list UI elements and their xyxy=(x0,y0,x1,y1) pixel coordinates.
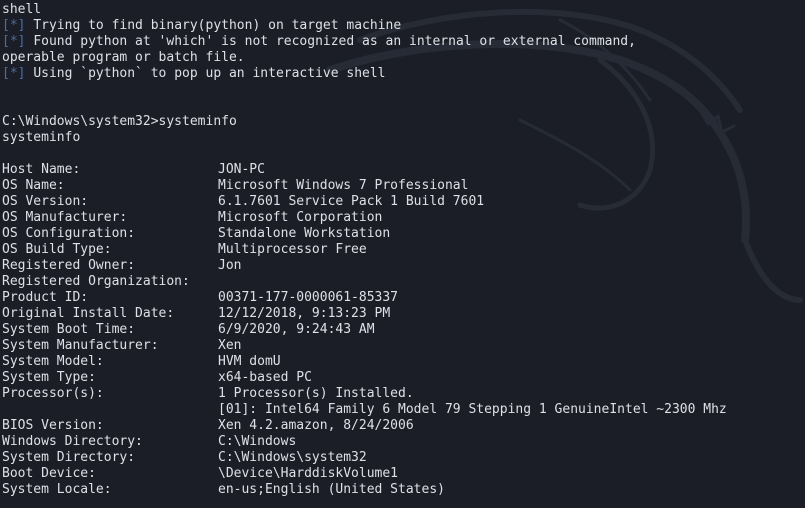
info-value: en-us;English (United States) xyxy=(218,482,445,497)
command-echo: systeminfo xyxy=(2,130,81,145)
info-row: System Boot Time: 6/9/2020, 9:24:43 AM xyxy=(2,322,805,338)
info-row: System Model: HVM domU xyxy=(2,354,805,370)
shell-command: shell xyxy=(2,2,42,17)
command-prompt: C:\Windows\system32>systeminfo xyxy=(2,114,237,129)
info-row: Processor(s): 1 Processor(s) Installed. xyxy=(2,386,805,402)
info-key: Registered Organization: xyxy=(2,274,190,289)
info-value: 1 Processor(s) Installed. xyxy=(218,386,414,401)
info-value: Standalone Workstation xyxy=(218,226,391,241)
info-value: JON-PC xyxy=(218,162,265,177)
info-value: 6.1.7601 Service Pack 1 Build 7601 xyxy=(218,194,485,209)
info-row: System Directory: C:\Windows\system32 xyxy=(2,450,805,466)
info-value: Microsoft Windows 7 Professional xyxy=(218,178,469,193)
info-row: Boot Device: \Device\HarddiskVolume1 xyxy=(2,466,805,482)
terminal-output: shell [*] Trying to find binary(python) … xyxy=(2,2,805,498)
info-marker: [*] xyxy=(2,34,26,49)
info-row: System Type: x64-based PC xyxy=(2,370,805,386)
info-marker: [*] xyxy=(2,18,26,33)
info-row: Original Install Date: 12/12/2018, 9:13:2… xyxy=(2,306,805,322)
info-value: x64-based PC xyxy=(218,370,312,385)
info-row: Registered Organization: xyxy=(2,274,805,290)
info-row: Host Name: JON-PC xyxy=(2,162,805,178)
info-key: OS Name: xyxy=(2,178,65,193)
info-key: System Boot Time: xyxy=(2,322,136,337)
status-message: Found python at 'which' is not recognize… xyxy=(33,34,636,49)
info-row: BIOS Version: Xen 4.2.amazon, 8/24/2006 xyxy=(2,418,805,434)
info-key: Processor(s): xyxy=(2,386,104,401)
info-key: Product ID: xyxy=(2,290,89,305)
info-value: C:\Windows xyxy=(218,434,297,449)
status-line: [*] Using `python` to pop up an interact… xyxy=(2,66,805,82)
info-key: Windows Directory: xyxy=(2,434,143,449)
info-row: OS Manufacturer: Microsoft Corporation xyxy=(2,210,805,226)
info-key: System Directory: xyxy=(2,450,136,465)
info-value: 00371-177-0000061-85337 xyxy=(218,290,399,305)
info-row: OS Configuration: Standalone Workstation xyxy=(2,226,805,242)
info-row: OS Name: Microsoft Windows 7 Professional xyxy=(2,178,805,194)
info-key: Original Install Date: xyxy=(2,306,175,321)
info-key: OS Manufacturer: xyxy=(2,210,128,225)
info-value: \Device\HarddiskVolume1 xyxy=(218,466,399,481)
systeminfo-table: Host Name: JON-PC OS Name: Microsoft Windo… xyxy=(2,162,805,498)
info-key: Registered Owner: xyxy=(2,258,136,273)
info-key: OS Version: xyxy=(2,194,89,209)
info-key: Boot Device: xyxy=(2,466,96,481)
status-continuation: operable program or batch file. xyxy=(2,50,245,65)
info-key: System Locale: xyxy=(2,482,112,497)
info-value: HVM domU xyxy=(218,354,281,369)
info-value: Xen 4.2.amazon, 8/24/2006 xyxy=(218,418,414,433)
status-line: [*] Trying to find binary(python) on tar… xyxy=(2,18,805,34)
info-row: Registered Owner: Jon xyxy=(2,258,805,274)
info-value: Microsoft Corporation xyxy=(218,210,383,225)
info-key: BIOS Version: xyxy=(2,418,104,433)
status-message: Using `python` to pop up an interactive … xyxy=(33,66,386,81)
processor-detail: [01]: Intel64 Family 6 Model 79 Stepping… xyxy=(218,402,727,417)
info-row: OS Build Type: Multiprocessor Free xyxy=(2,242,805,258)
info-key: Host Name: xyxy=(2,162,81,177)
info-row: System Manufacturer: Xen xyxy=(2,338,805,354)
info-key: System Type: xyxy=(2,370,96,385)
info-value: Jon xyxy=(218,258,242,273)
info-value: C:\Windows\system32 xyxy=(218,450,367,465)
info-row: System Locale: en-us;English (United Stat… xyxy=(2,482,805,498)
info-marker: [*] xyxy=(2,66,26,81)
terminal-window[interactable]: shell [*] Trying to find binary(python) … xyxy=(0,0,805,508)
info-key: System Model: xyxy=(2,354,104,369)
info-value: Xen xyxy=(218,338,242,353)
info-key: OS Build Type: xyxy=(2,242,112,257)
info-key: OS Configuration: xyxy=(2,226,136,241)
info-value: 12/12/2018, 9:13:23 PM xyxy=(218,306,391,321)
info-row: Windows Directory: C:\Windows xyxy=(2,434,805,450)
info-value: Multiprocessor Free xyxy=(218,242,367,257)
info-value: 6/9/2020, 9:24:43 AM xyxy=(218,322,375,337)
info-key: System Manufacturer: xyxy=(2,338,159,353)
info-row: OS Version: 6.1.7601 Service Pack 1 Build… xyxy=(2,194,805,210)
processor-detail-row: [01]: Intel64 Family 6 Model 79 Stepping… xyxy=(2,402,805,418)
info-row: Product ID: 00371-177-0000061-85337 xyxy=(2,290,805,306)
status-line: [*] Found python at 'which' is not recog… xyxy=(2,34,805,50)
status-message: Trying to find binary(python) on target … xyxy=(33,18,402,33)
